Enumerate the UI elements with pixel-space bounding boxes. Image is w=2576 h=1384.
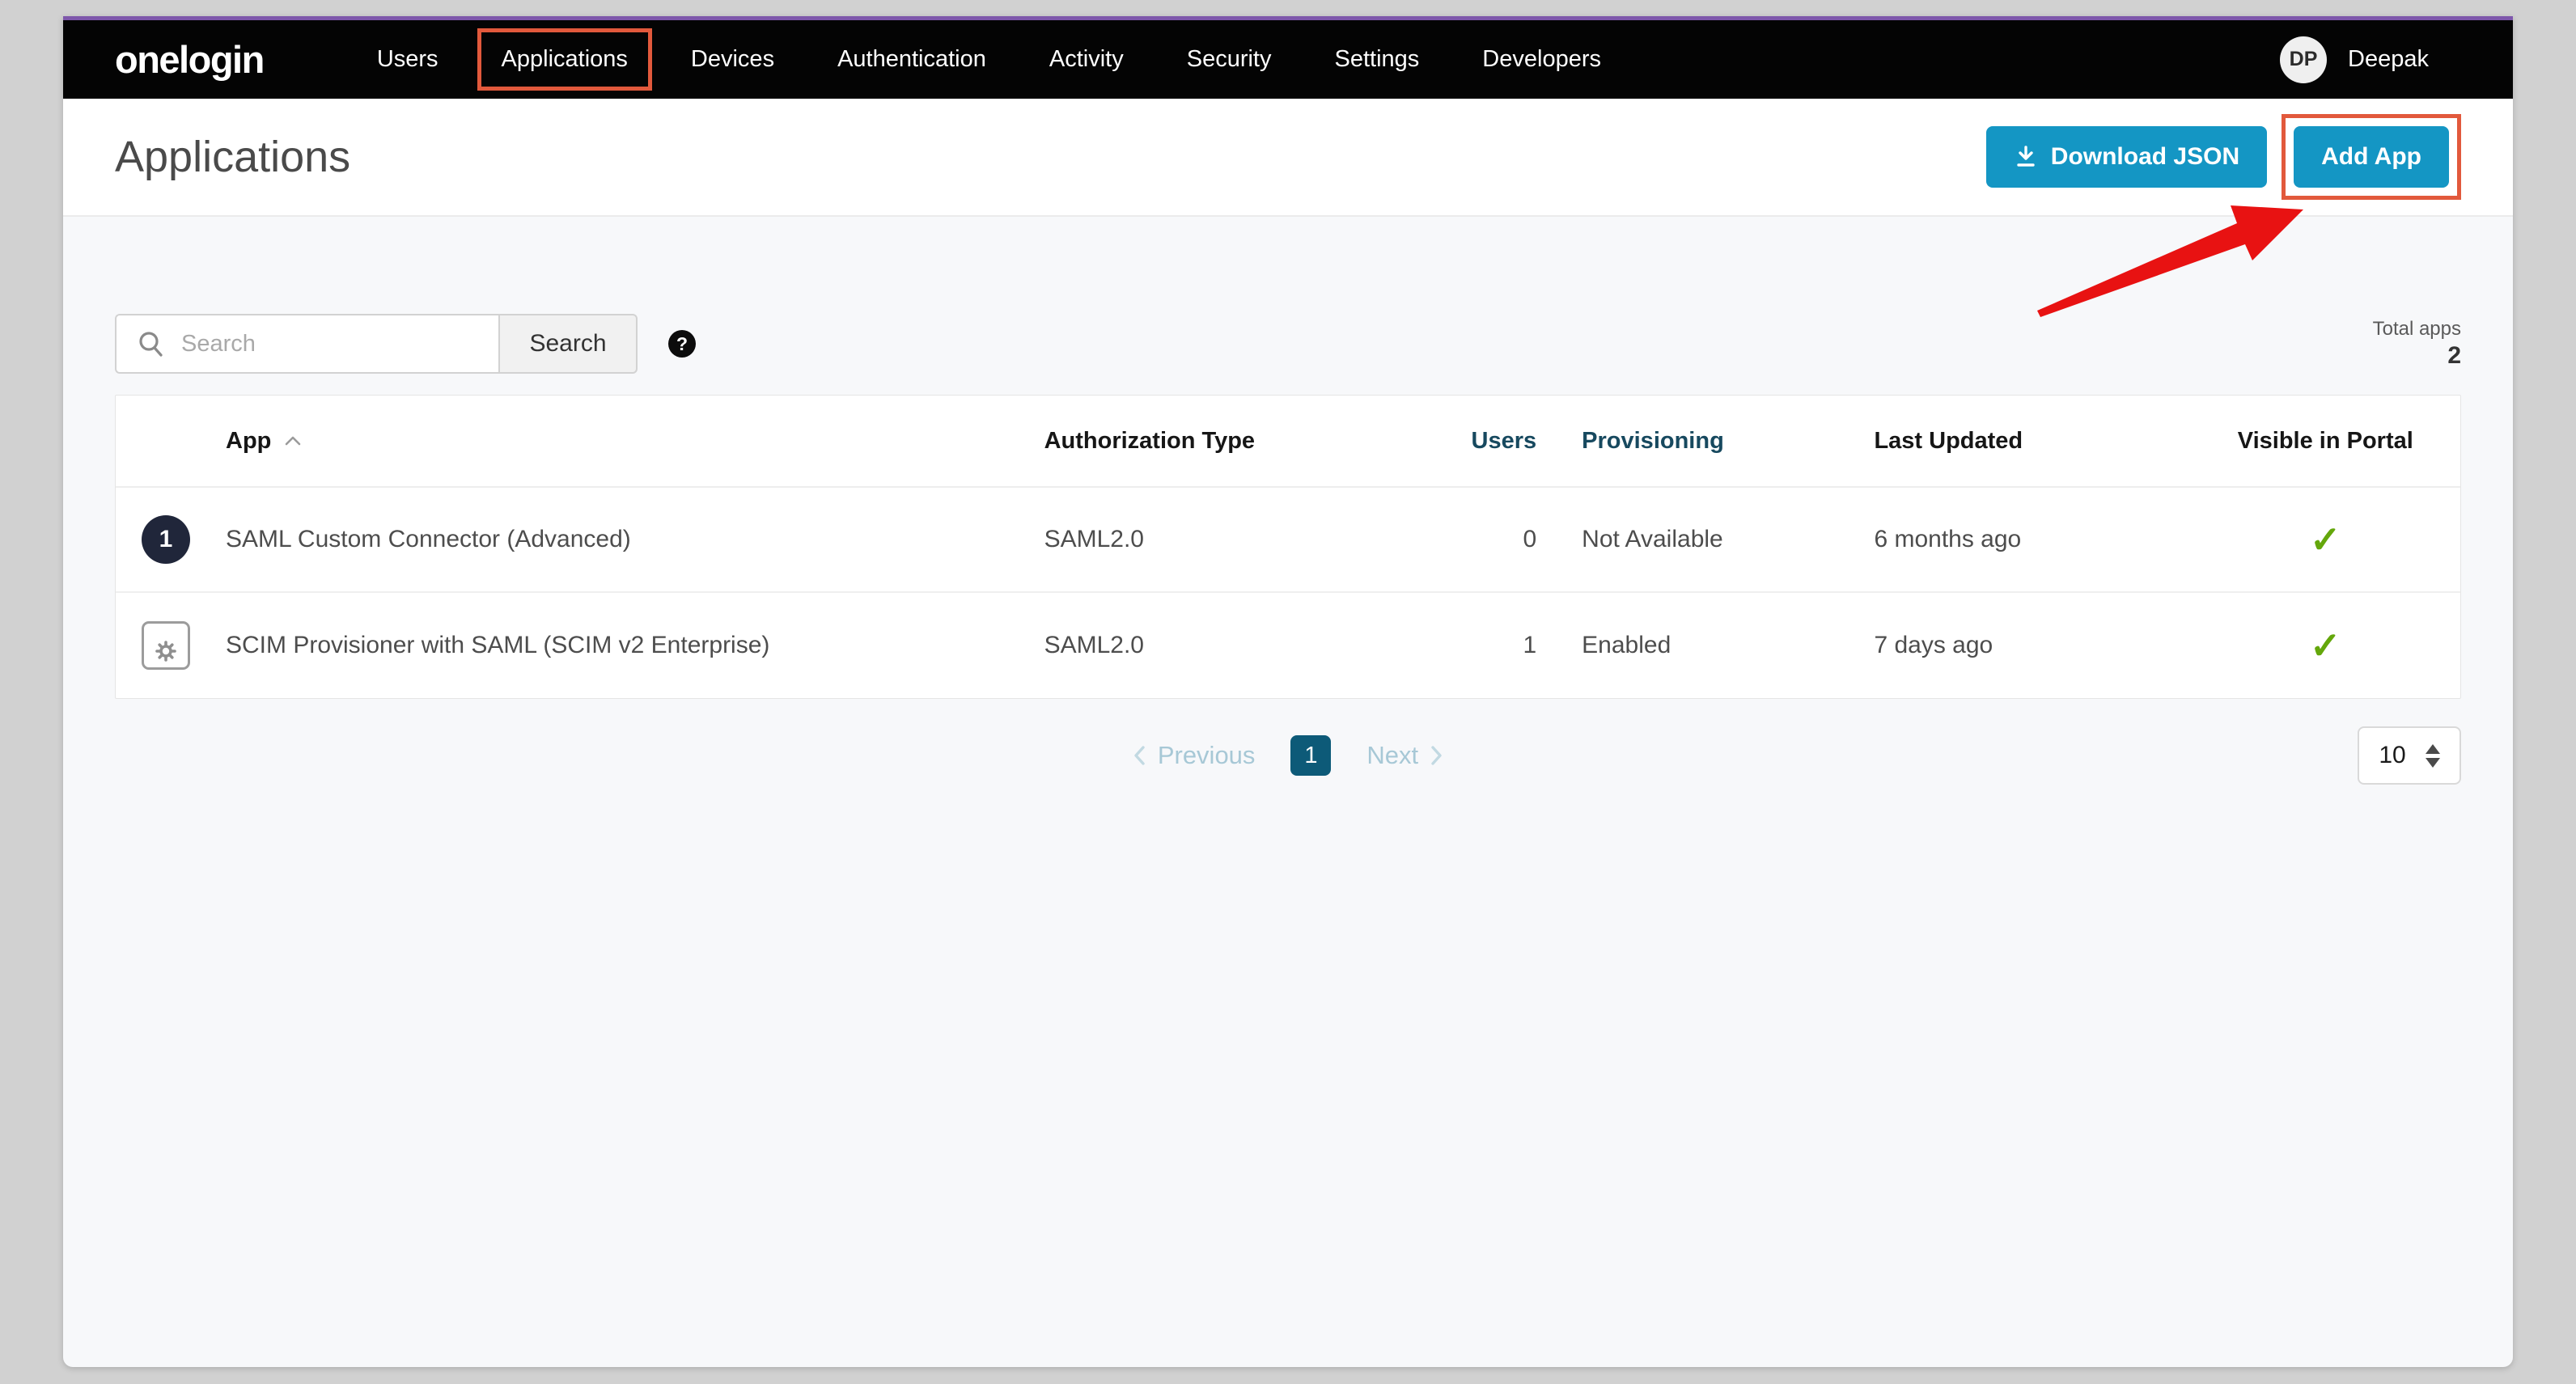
download-json-label: Download JSON [2051, 143, 2239, 171]
visible-check-icon: ✓ [2310, 624, 2341, 667]
search-input[interactable] [115, 314, 498, 374]
nav-menu: Users Applications Devices Authenticatio… [377, 46, 1601, 73]
chevron-right-icon [1430, 744, 1444, 767]
add-app-label: Add App [2321, 143, 2421, 171]
sort-caret-up-icon [284, 435, 302, 447]
app-icon-gear-window [142, 621, 190, 670]
applications-table: App Authorization Type Users Provisionin… [115, 395, 2461, 699]
column-header-authorization-type[interactable]: Authorization Type [1044, 428, 1420, 455]
app-name[interactable]: SAML Custom Connector (Advanced) [226, 526, 631, 553]
page-header: Applications Download JSON Add App [63, 99, 2513, 217]
nav-item-authentication[interactable]: Authentication [837, 46, 986, 73]
page-size-value: 10 [2379, 742, 2405, 769]
app-window: onelogin Users Applications Devices Auth… [63, 16, 2513, 1367]
page-title: Applications [115, 132, 350, 182]
last-updated-value: 7 days ago [1874, 632, 2190, 659]
table-header-row: App Authorization Type Users Provisionin… [116, 396, 2460, 488]
top-navbar: onelogin Users Applications Devices Auth… [63, 16, 2513, 99]
search-icon [136, 329, 167, 364]
add-app-annotation-box: Add App [2282, 114, 2461, 200]
add-app-button[interactable]: Add App [2294, 126, 2449, 188]
stepper-arrows-icon [2426, 744, 2440, 768]
download-icon [2014, 145, 2038, 169]
page-size-select[interactable]: 10 [2358, 726, 2461, 785]
chevron-left-icon [1132, 744, 1146, 767]
column-header-provisioning[interactable]: Provisioning [1536, 428, 1874, 455]
search-button[interactable]: Search [498, 314, 638, 374]
nav-item-devices[interactable]: Devices [691, 46, 774, 73]
table-row[interactable]: SCIM Provisioner with SAML (SCIM v2 Ente… [116, 593, 2460, 698]
total-apps-value: 2 [2373, 342, 2461, 370]
column-header-app[interactable]: App [116, 428, 1044, 455]
nav-item-users[interactable]: Users [377, 46, 439, 73]
nav-item-activity[interactable]: Activity [1049, 46, 1124, 73]
nav-item-security[interactable]: Security [1187, 46, 1272, 73]
total-apps: Total apps 2 [2373, 318, 2461, 370]
next-page-button[interactable]: Next [1366, 741, 1444, 770]
toolbar: Search ? Total apps 2 [115, 314, 2461, 374]
app-icon-numbered-circle: 1 [142, 515, 190, 564]
nav-item-developers[interactable]: Developers [1482, 46, 1601, 73]
onelogin-logo: onelogin [115, 37, 264, 82]
authorization-type-value: SAML2.0 [1044, 632, 1420, 659]
users-count: 0 [1419, 526, 1536, 553]
username: Deepak [2348, 46, 2429, 73]
download-json-button[interactable]: Download JSON [1986, 126, 2267, 188]
visible-check-icon: ✓ [2310, 518, 2341, 561]
authorization-type-value: SAML2.0 [1044, 526, 1420, 553]
current-page-indicator: 1 [1290, 735, 1331, 776]
previous-page-button[interactable]: Previous [1132, 741, 1256, 770]
search-group: Search [115, 314, 638, 374]
column-header-last-updated[interactable]: Last Updated [1874, 428, 2190, 455]
last-updated-value: 6 months ago [1874, 526, 2190, 553]
user-menu[interactable]: DP Deepak [2280, 36, 2429, 83]
provisioning-status: Not Available [1536, 526, 1874, 553]
app-name[interactable]: SCIM Provisioner with SAML (SCIM v2 Ente… [226, 632, 769, 659]
users-count: 1 [1419, 632, 1536, 659]
column-header-visible-in-portal[interactable]: Visible in Portal [2191, 428, 2460, 455]
help-icon[interactable]: ? [668, 330, 696, 358]
nav-item-applications[interactable]: Applications [502, 46, 628, 73]
page-body: Search ? Total apps 2 App Authoriz [63, 314, 2513, 786]
pagination: Previous 1 Next 10 [115, 725, 2461, 786]
table-row[interactable]: 1 SAML Custom Connector (Advanced) SAML2… [116, 488, 2460, 593]
total-apps-label: Total apps [2373, 318, 2461, 341]
nav-item-settings[interactable]: Settings [1335, 46, 1420, 73]
header-actions: Download JSON Add App [1986, 114, 2461, 200]
provisioning-status: Enabled [1536, 632, 1874, 659]
column-header-users[interactable]: Users [1419, 428, 1536, 455]
avatar[interactable]: DP [2280, 36, 2327, 83]
